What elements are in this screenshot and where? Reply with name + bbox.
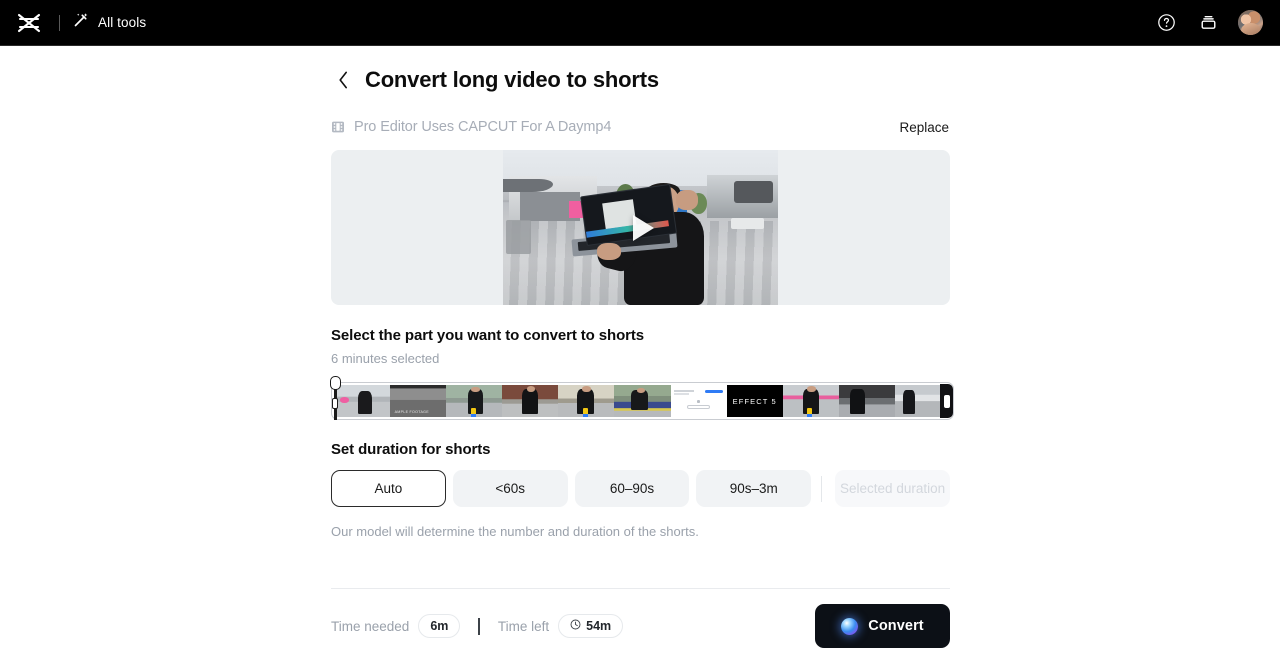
top-navigation-bar: All tools <box>0 0 1280 46</box>
time-needed-label: Time needed <box>331 618 410 634</box>
time-needed-value: 6m <box>418 614 461 638</box>
duration-option-selected-duration: Selected duration <box>835 470 950 507</box>
duration-option-under-60s[interactable]: <60s <box>452 470 568 507</box>
timeline-frame: EFFECT 5 <box>726 385 783 417</box>
main-content: Convert long video to shorts Pro Editor … <box>330 46 954 539</box>
duration-option-auto[interactable]: Auto <box>331 470 446 507</box>
timeline-frame: AMPLE FOOTAGE <box>390 385 447 417</box>
footer-separator <box>478 617 480 635</box>
time-needed-text: 6m <box>430 619 449 633</box>
timeline-frame <box>502 385 559 417</box>
timeline-frame <box>334 385 391 417</box>
select-part-title: Select the part you want to convert to s… <box>331 327 645 344</box>
avatar[interactable] <box>1238 10 1263 35</box>
timeline-frame <box>558 385 615 417</box>
chevron-left-icon[interactable] <box>334 69 353 91</box>
timeline-frame <box>670 385 727 417</box>
all-tools-button[interactable]: All tools <box>73 12 146 33</box>
clock-icon <box>570 619 581 633</box>
timeline-frame <box>614 385 671 417</box>
film-strip-icon <box>331 120 345 134</box>
duration-options-divider <box>821 475 823 502</box>
header-divider <box>59 14 60 31</box>
play-triangle-icon[interactable] <box>618 205 664 251</box>
convert-button-label: Convert <box>868 618 924 634</box>
trim-handle-left[interactable] <box>330 376 342 420</box>
page-header: Convert long video to shorts <box>331 67 950 93</box>
time-left-value: 54m <box>558 614 624 638</box>
select-part-section: Select the part you want to convert to s… <box>330 327 954 420</box>
replace-button[interactable]: Replace <box>899 120 950 135</box>
timeline-frame <box>446 385 503 417</box>
timeline-filmstrip: AMPLE FOOTAGE EFFECT 5 <box>334 385 951 417</box>
magic-wand-icon <box>73 12 89 33</box>
time-left-text: 54m <box>586 619 612 633</box>
file-name: Pro Editor Uses CAPCUT For A Daymp4 <box>354 119 612 135</box>
ai-orb-icon <box>841 617 859 635</box>
capcut-logo-icon[interactable] <box>14 8 44 38</box>
header-actions <box>1154 10 1263 35</box>
page-title: Convert long video to shorts <box>365 67 659 92</box>
timeline-frame <box>838 385 895 417</box>
duration-section: Set duration for shorts Auto <60s 60–90s… <box>331 441 950 539</box>
timeline-frame-label: AMPLE FOOTAGE <box>394 410 429 415</box>
selection-duration-note: 6 minutes selected <box>331 351 440 366</box>
time-left-label: Time left <box>497 618 550 634</box>
timeline[interactable]: AMPLE FOOTAGE EFFECT 5 <box>330 376 954 420</box>
duration-option-60-90s[interactable]: 60–90s <box>574 470 690 507</box>
footer-bar: Time needed 6m Time left 54m Convert <box>331 600 950 652</box>
trim-handle-right[interactable] <box>940 384 953 418</box>
footer-divider <box>331 588 950 589</box>
timeline-frame-label: EFFECT 5 <box>732 396 777 406</box>
duration-help-note: Our model will determine the number and … <box>331 524 699 539</box>
timeline-frame <box>782 385 839 417</box>
help-circle-icon[interactable] <box>1154 11 1178 35</box>
duration-option-90s-3m[interactable]: 90s–3m <box>696 470 812 507</box>
duration-options: Auto <60s 60–90s 90s–3m Selected duratio… <box>331 470 950 507</box>
archive-tray-icon[interactable] <box>1196 11 1220 35</box>
avatar-image-detail <box>1240 22 1261 35</box>
file-info-row: Pro Editor Uses CAPCUT For A Daymp4 Repl… <box>331 117 950 137</box>
convert-button[interactable]: Convert <box>815 604 950 648</box>
all-tools-label: All tools <box>98 15 147 30</box>
video-preview[interactable] <box>331 150 950 305</box>
duration-title: Set duration for shorts <box>331 441 491 458</box>
timeline-track[interactable]: AMPLE FOOTAGE EFFECT 5 <box>331 382 954 420</box>
